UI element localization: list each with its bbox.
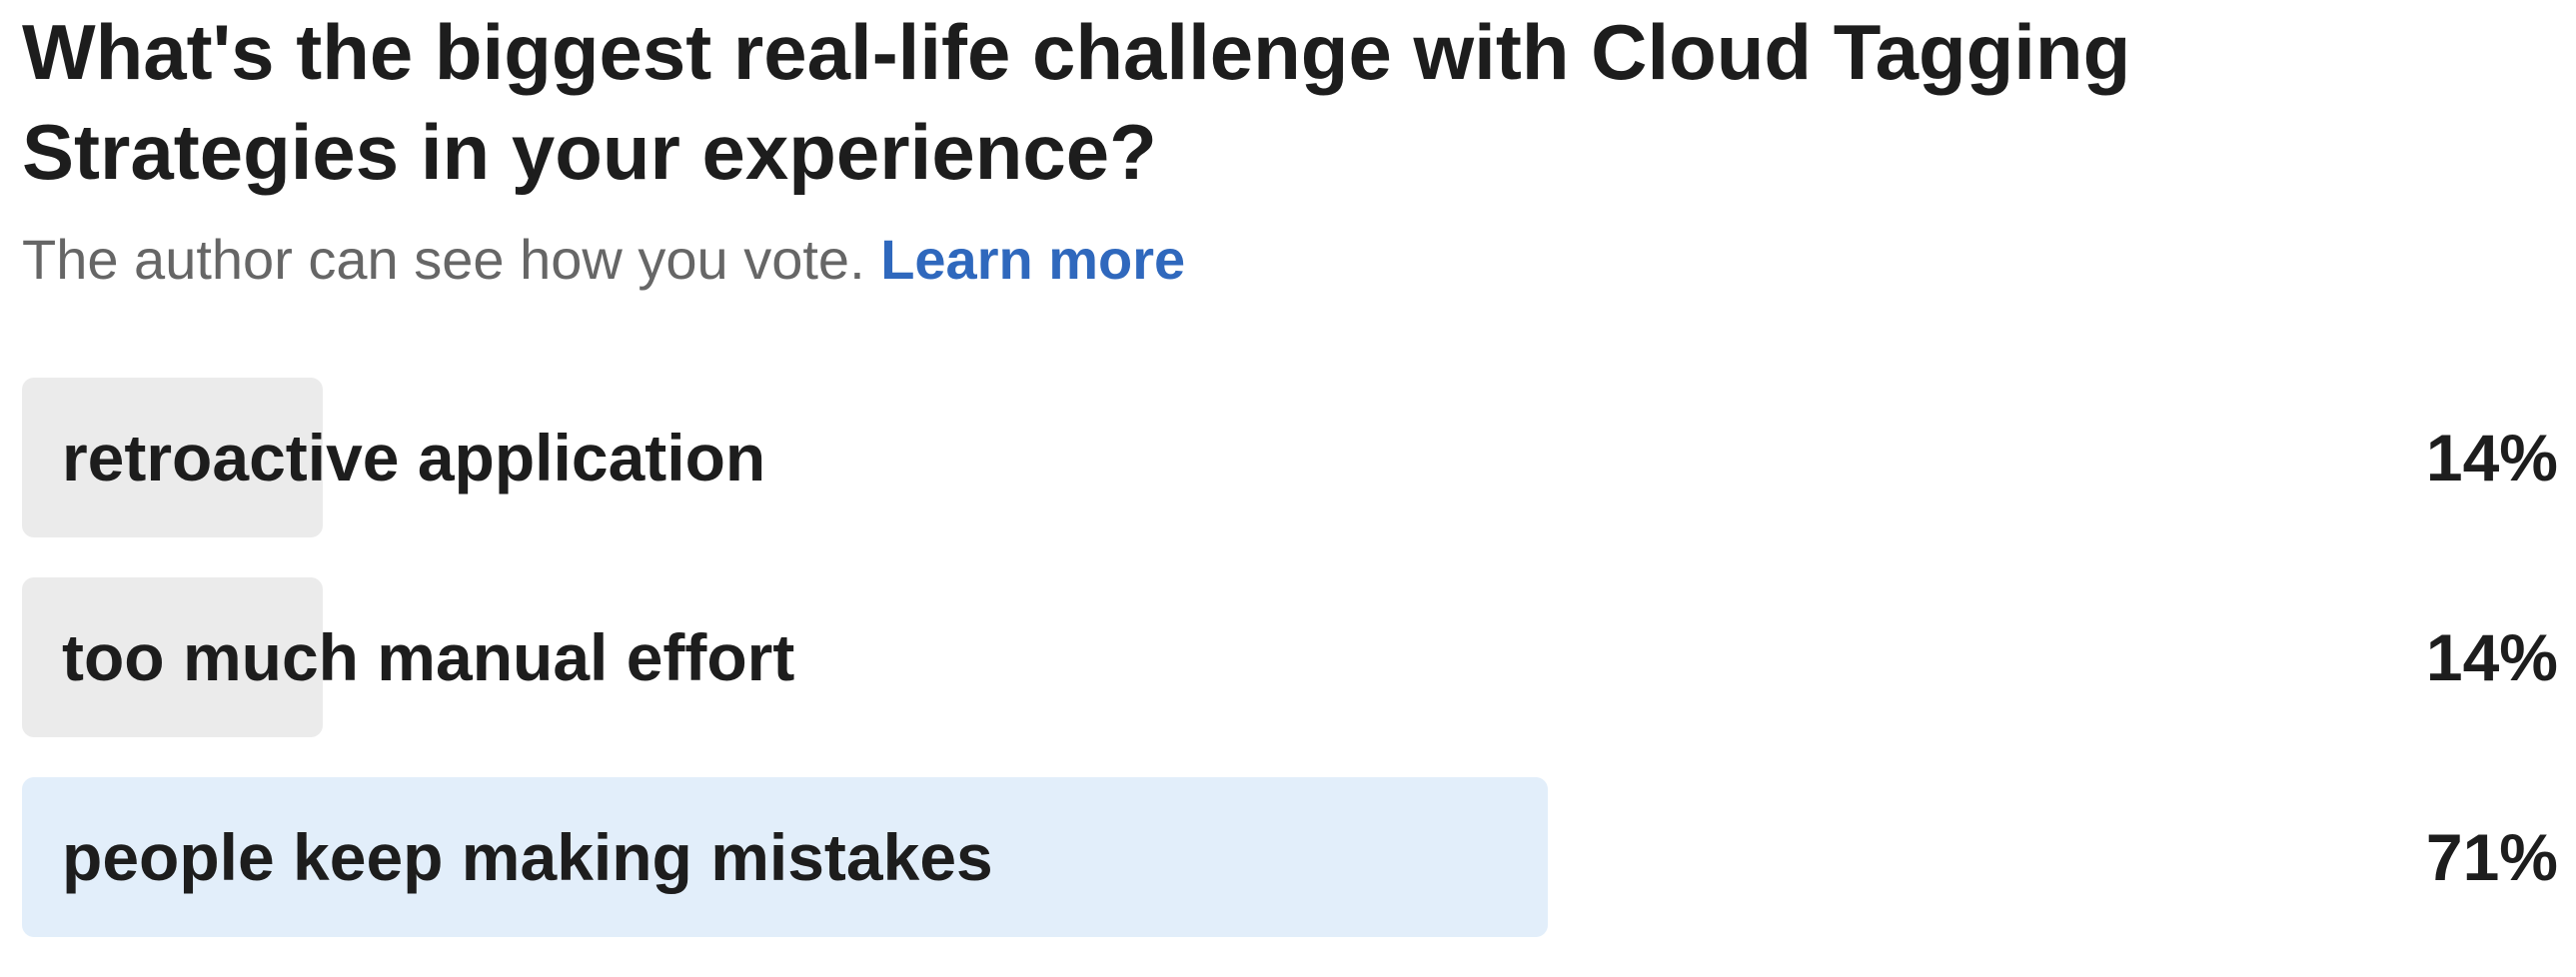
option-label: people keep making mistakes [62,820,993,894]
option-percentage: 71% [2425,820,2558,894]
poll-option-too-much-manual-effort[interactable]: too much manual effort 14% [22,577,2558,737]
option-percentage: 14% [2425,421,2558,494]
notice-text: The author can see how you vote. [22,228,865,291]
poll-card: What's the biggest real-life challenge w… [0,0,2576,951]
poll-options: retroactive application 14% too much man… [22,378,2558,977]
poll-option-retroactive-application[interactable]: retroactive application 14% [22,378,2558,537]
option-label: too much manual effort [62,620,795,694]
option-label: retroactive application [62,421,766,494]
poll-question: What's the biggest real-life challenge w… [22,8,2131,196]
option-percentage: 14% [2425,620,2558,694]
learn-more-link[interactable]: Learn more [880,228,1185,291]
vote-visibility-notice: The author can see how you vote. Learn m… [22,222,1185,298]
poll-option-people-keep-making-mistakes[interactable]: people keep making mistakes 71% [22,777,2558,937]
